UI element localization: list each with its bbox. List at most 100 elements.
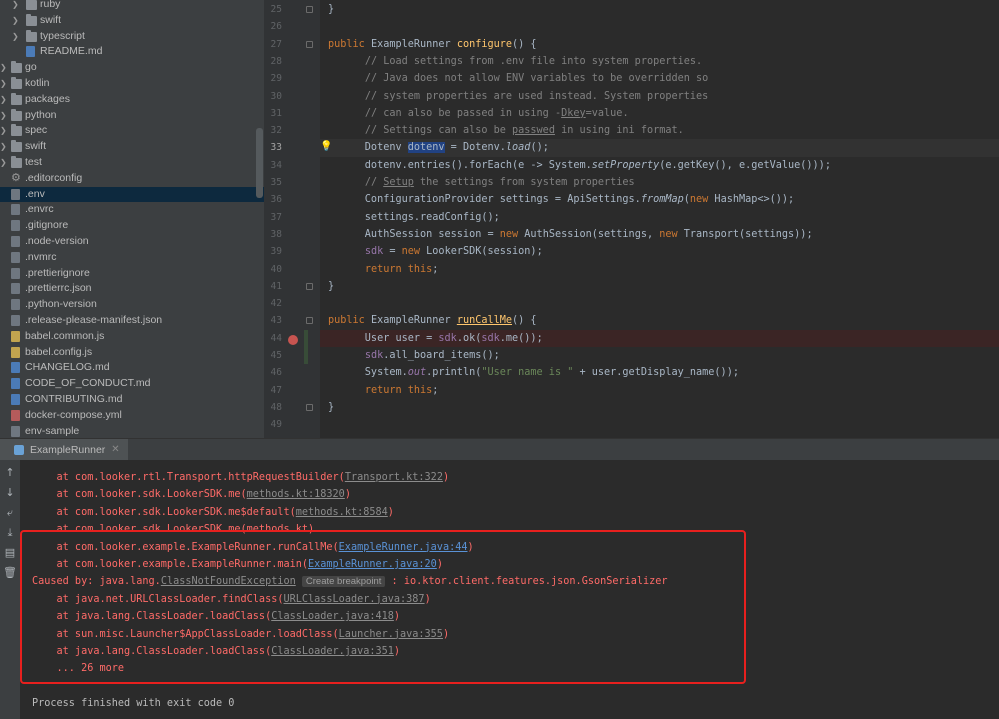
tree-item-label: swift bbox=[40, 13, 61, 26]
tree-item[interactable]: ❯ typescript bbox=[0, 29, 264, 45]
tree-item[interactable]: .prettierrc.json bbox=[0, 281, 264, 297]
tree-item[interactable]: ❯ swift bbox=[0, 139, 264, 155]
tree-item[interactable]: .nvmrc bbox=[0, 250, 264, 266]
tree-item[interactable]: .node-version bbox=[0, 234, 264, 250]
tree-item[interactable]: README.md bbox=[0, 44, 264, 60]
tree-item[interactable]: ❯ go bbox=[0, 60, 264, 76]
line-number: 30 bbox=[270, 90, 282, 102]
code-line[interactable]: // Settings can also be passwed in using… bbox=[328, 122, 684, 139]
code-line[interactable]: System.out.println("User name is " + use… bbox=[328, 364, 739, 381]
line-number: 43 bbox=[270, 315, 282, 327]
chevron-right-icon[interactable]: ❯ bbox=[12, 13, 19, 29]
code-line[interactable]: } bbox=[328, 399, 334, 416]
tree-item-label: packages bbox=[25, 92, 70, 105]
tree-item-label: .env bbox=[25, 187, 45, 200]
tree-item[interactable]: .envrc bbox=[0, 202, 264, 218]
code-line[interactable]: ConfigurationProvider settings = ApiSett… bbox=[328, 191, 794, 208]
tree-item[interactable]: babel.common.js bbox=[0, 329, 264, 345]
chevron-right-icon[interactable]: ❯ bbox=[12, 0, 19, 13]
arrow-down-icon[interactable]: ↓ bbox=[3, 486, 17, 500]
code-line[interactable]: return this; bbox=[328, 261, 439, 278]
folder-icon bbox=[11, 156, 22, 168]
code-line[interactable]: // Load settings from .env file into sys… bbox=[328, 53, 702, 70]
tree-item[interactable]: ❯ test bbox=[0, 155, 264, 171]
tree-item[interactable]: ❯ kotlin bbox=[0, 76, 264, 92]
fold-marker-icon[interactable] bbox=[306, 40, 313, 48]
tree-item[interactable]: env-sample bbox=[0, 424, 264, 438]
line-number: 33 bbox=[270, 142, 282, 154]
tree-item[interactable]: CONTRIBUTING.md bbox=[0, 392, 264, 408]
tree-item-label: babel.config.js bbox=[25, 345, 93, 358]
breakpoint-icon[interactable] bbox=[288, 335, 298, 345]
chevron-right-icon[interactable]: ❯ bbox=[0, 139, 7, 155]
arrow-up-icon[interactable]: ↑ bbox=[3, 466, 17, 480]
run-tab-example-runner[interactable]: ExampleRunner ✕ bbox=[0, 439, 128, 461]
code-line[interactable]: public ExampleRunner configure() { bbox=[328, 36, 537, 53]
lightbulb-icon[interactable]: 💡 bbox=[320, 141, 332, 152]
folder-icon bbox=[11, 108, 22, 121]
code-line[interactable]: dotenv.entries().forEach(e -> System.set… bbox=[328, 157, 831, 174]
tree-item[interactable]: ❯ python bbox=[0, 108, 264, 124]
tree-item[interactable]: .gitignore bbox=[0, 218, 264, 234]
code-line[interactable]: settings.readConfig(); bbox=[328, 209, 500, 226]
scroll-to-end-icon[interactable]: ⤓ bbox=[3, 526, 17, 540]
code-line[interactable]: } bbox=[328, 278, 334, 295]
line-number: 35 bbox=[270, 177, 282, 188]
line-number: 31 bbox=[270, 107, 282, 119]
line-number: 40 bbox=[270, 263, 282, 275]
tree-item-label: .prettierrc.json bbox=[25, 282, 92, 295]
code-line[interactable]: Dotenv dotenv = Dotenv.load(); bbox=[328, 139, 549, 156]
file-icon bbox=[11, 188, 20, 200]
line-number: 26 bbox=[270, 21, 282, 33]
chevron-right-icon[interactable]: ❯ bbox=[0, 92, 7, 108]
fold-marker-icon[interactable] bbox=[306, 317, 313, 325]
tree-item[interactable]: .env bbox=[0, 186, 264, 203]
tree-item[interactable]: .python-version bbox=[0, 297, 264, 313]
tree-item[interactable]: ❯ swift bbox=[0, 13, 264, 29]
tree-item[interactable]: .release-please-manifest.json bbox=[0, 313, 264, 329]
console-line: Process finished with exit code 0 bbox=[32, 698, 235, 710]
line-number: 46 bbox=[270, 367, 282, 379]
tree-item[interactable]: ❯ ruby bbox=[0, 0, 264, 13]
tree-scrollbar[interactable] bbox=[256, 128, 263, 198]
close-tab-icon[interactable]: ✕ bbox=[111, 439, 119, 461]
tree-item[interactable]: ❯ packages bbox=[0, 92, 264, 108]
chevron-right-icon[interactable]: ❯ bbox=[0, 123, 7, 139]
fold-marker-icon[interactable] bbox=[306, 282, 313, 290]
code-line[interactable]: AuthSession session = new AuthSession(se… bbox=[328, 226, 813, 243]
code-line[interactable]: } bbox=[328, 1, 334, 18]
file-icon bbox=[11, 220, 20, 232]
chevron-right-icon[interactable]: ❯ bbox=[0, 155, 7, 171]
code-line[interactable]: sdk.all_board_items(); bbox=[328, 347, 500, 364]
chevron-right-icon[interactable]: ❯ bbox=[0, 60, 7, 76]
code-line[interactable]: // Setup the settings from system proper… bbox=[328, 174, 635, 191]
fold-marker-icon[interactable] bbox=[306, 403, 313, 411]
code-line[interactable]: User user = sdk.ok(sdk.me()); bbox=[328, 330, 543, 347]
tree-item[interactable]: babel.config.js bbox=[0, 345, 264, 361]
code-line[interactable]: // can also be passed in using -Dkey=val… bbox=[328, 105, 629, 122]
tree-item[interactable]: CODE_OF_CONDUCT.md bbox=[0, 376, 264, 392]
chevron-right-icon[interactable]: ❯ bbox=[0, 108, 7, 124]
project-tree[interactable]: ❯ ruby ❯ swift ❯ typescript README.md ❯ go ❯ kotli… bbox=[0, 0, 264, 438]
tree-item[interactable]: .prettierignore bbox=[0, 266, 264, 282]
print-icon[interactable]: ▤ bbox=[3, 546, 17, 560]
run-config-icon bbox=[14, 445, 24, 455]
tree-item[interactable]: CHANGELOG.md bbox=[0, 360, 264, 376]
fold-marker-icon[interactable] bbox=[306, 6, 313, 13]
code-line[interactable]: // system properties are used instead. S… bbox=[328, 88, 708, 105]
code-line[interactable]: return this; bbox=[328, 382, 439, 399]
tree-item[interactable]: ⚙ .editorconfig bbox=[0, 171, 264, 187]
trash-icon[interactable]: 🗑 bbox=[3, 566, 17, 580]
tree-item-label: ruby bbox=[40, 0, 61, 10]
line-number: 36 bbox=[270, 194, 282, 206]
tree-item[interactable]: ❯ spec bbox=[0, 123, 264, 139]
folder-icon bbox=[26, 29, 37, 42]
code-line[interactable]: // Java does not allow ENV variables to … bbox=[328, 70, 708, 87]
chevron-right-icon[interactable]: ❯ bbox=[12, 29, 19, 45]
tree-item[interactable]: docker-compose.yml bbox=[0, 408, 264, 424]
code-line[interactable]: sdk = new LookerSDK(session); bbox=[328, 243, 543, 260]
soft-wrap-icon[interactable]: ⤶ bbox=[3, 506, 17, 520]
chevron-right-icon[interactable]: ❯ bbox=[0, 76, 7, 92]
line-number: 44 bbox=[270, 332, 282, 344]
code-line[interactable]: public ExampleRunner runCallMe() { bbox=[328, 312, 537, 329]
